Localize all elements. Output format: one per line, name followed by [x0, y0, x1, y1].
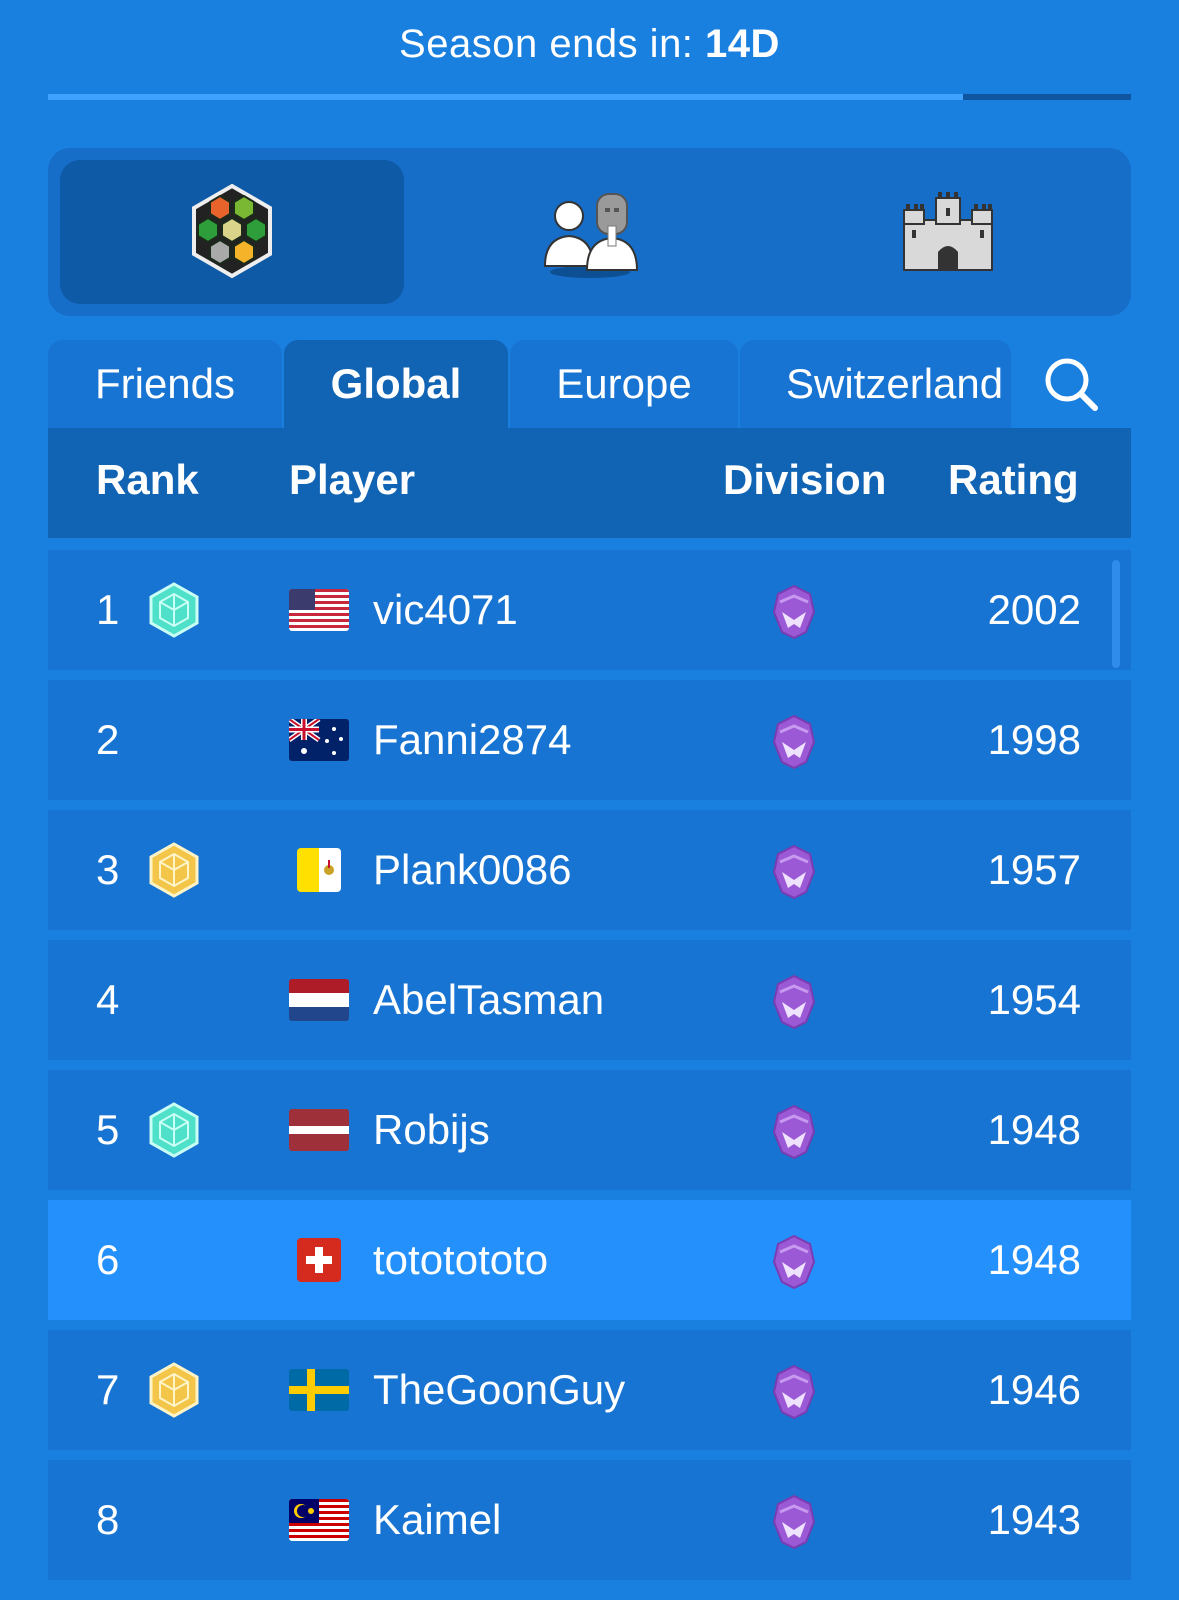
mode-button-castle[interactable] [776, 160, 1120, 304]
flag-my-icon [289, 1499, 349, 1541]
player-rating: 1946 [987, 1366, 1081, 1413]
season-value: 14D [705, 22, 780, 66]
flag-lv-icon [289, 1109, 349, 1151]
division-icon [770, 1234, 818, 1290]
teal-badge-icon [146, 582, 202, 638]
player-name: AbelTasman [373, 976, 605, 1023]
division-icon [770, 1494, 818, 1550]
player-name: TheGoonGuy [373, 1366, 626, 1413]
tab-global[interactable]: Global [284, 340, 508, 428]
leaderboard-row[interactable]: 5 Robijs 1948 [48, 1070, 1131, 1190]
division-icon [770, 974, 818, 1030]
tab-friends[interactable]: Friends [48, 340, 282, 428]
player-rating: 1998 [987, 716, 1081, 763]
rank-number: 3 [96, 846, 120, 893]
player-name: tototototo [373, 1236, 549, 1283]
flag-nl-icon [289, 979, 349, 1021]
rank-number: 6 [96, 1236, 120, 1283]
division-icon [770, 844, 818, 900]
season-progress-bar [48, 94, 1131, 100]
leaderboard-row[interactable]: 6 tototototo 1948 [48, 1200, 1131, 1320]
flag-us-icon [289, 589, 349, 631]
player-rating: 1954 [987, 976, 1081, 1023]
teal-badge-icon [146, 1102, 202, 1158]
rank-number: 1 [96, 586, 120, 633]
tab-switzerland[interactable]: Switzerland [740, 340, 1011, 428]
player-rating: 1957 [987, 846, 1081, 893]
player-rating: 1948 [987, 1236, 1081, 1283]
division-icon [770, 714, 818, 770]
season-progress-fill [48, 94, 964, 100]
players-icon [543, 193, 639, 278]
flag-ch-icon [297, 1238, 341, 1282]
player-name: Kaimel [373, 1496, 502, 1543]
scrollbar[interactable] [1112, 560, 1120, 668]
leaderboard-row[interactable]: 1 vic4071 2002 [48, 550, 1131, 670]
player-name: Fanni2874 [373, 716, 572, 763]
player-rating: 2002 [987, 586, 1081, 633]
tab-label: Global [330, 360, 462, 407]
flag-se-icon [289, 1369, 349, 1411]
rank-number: 4 [96, 976, 120, 1023]
tab-europe[interactable]: Europe [510, 340, 738, 428]
rank-number: 2 [96, 716, 120, 763]
search-button[interactable] [1011, 340, 1131, 428]
division-icon [770, 1364, 818, 1420]
tab-label: Europe [556, 360, 692, 407]
rank-number: 8 [96, 1496, 120, 1543]
leaderboard-row[interactable]: 3 Plank0086 1957 [48, 810, 1131, 930]
column-division: Division [723, 456, 887, 503]
tab-label: Switzerland [786, 360, 1004, 407]
leaderboard-row[interactable]: 7 TheGoonGuy 1946 [48, 1330, 1131, 1450]
mode-button-players[interactable] [418, 160, 762, 304]
leaderboard-row[interactable]: 2 Fanni2874 1998 [48, 680, 1131, 800]
mode-button-board[interactable] [60, 160, 404, 304]
player-name: vic4071 [373, 586, 518, 633]
gold-badge-icon [146, 842, 202, 898]
division-icon [770, 1104, 818, 1160]
season-label: Season ends in: [399, 22, 694, 66]
column-rank: Rank [96, 456, 199, 503]
mode-selector [48, 148, 1131, 316]
player-name: Plank0086 [373, 846, 572, 893]
column-player: Player [289, 456, 416, 503]
tab-label: Friends [94, 360, 236, 407]
table-header: Rank Player Division Rating [48, 428, 1131, 538]
leaderboard-row[interactable]: 8 Kaimel 1943 [48, 1460, 1131, 1580]
hex-board-icon [192, 183, 272, 279]
rank-number: 5 [96, 1106, 120, 1153]
column-rating: Rating [948, 456, 1079, 503]
division-icon [770, 584, 818, 640]
player-rating: 1948 [987, 1106, 1081, 1153]
player-rating: 1943 [987, 1496, 1081, 1543]
castle-icon [903, 192, 993, 271]
flag-au-icon [289, 719, 349, 761]
flag-va-icon [297, 848, 341, 892]
leaderboard-row[interactable]: 4 AbelTasman 1954 [48, 940, 1131, 1060]
region-tabs: Friends Global Europe Switzerland [48, 340, 1131, 428]
search-icon [1045, 358, 1098, 411]
season-timer: Season ends in: 14D [0, 22, 1179, 67]
player-name: Robijs [373, 1106, 490, 1153]
rank-number: 7 [96, 1366, 120, 1413]
gold-badge-icon [146, 1362, 202, 1418]
